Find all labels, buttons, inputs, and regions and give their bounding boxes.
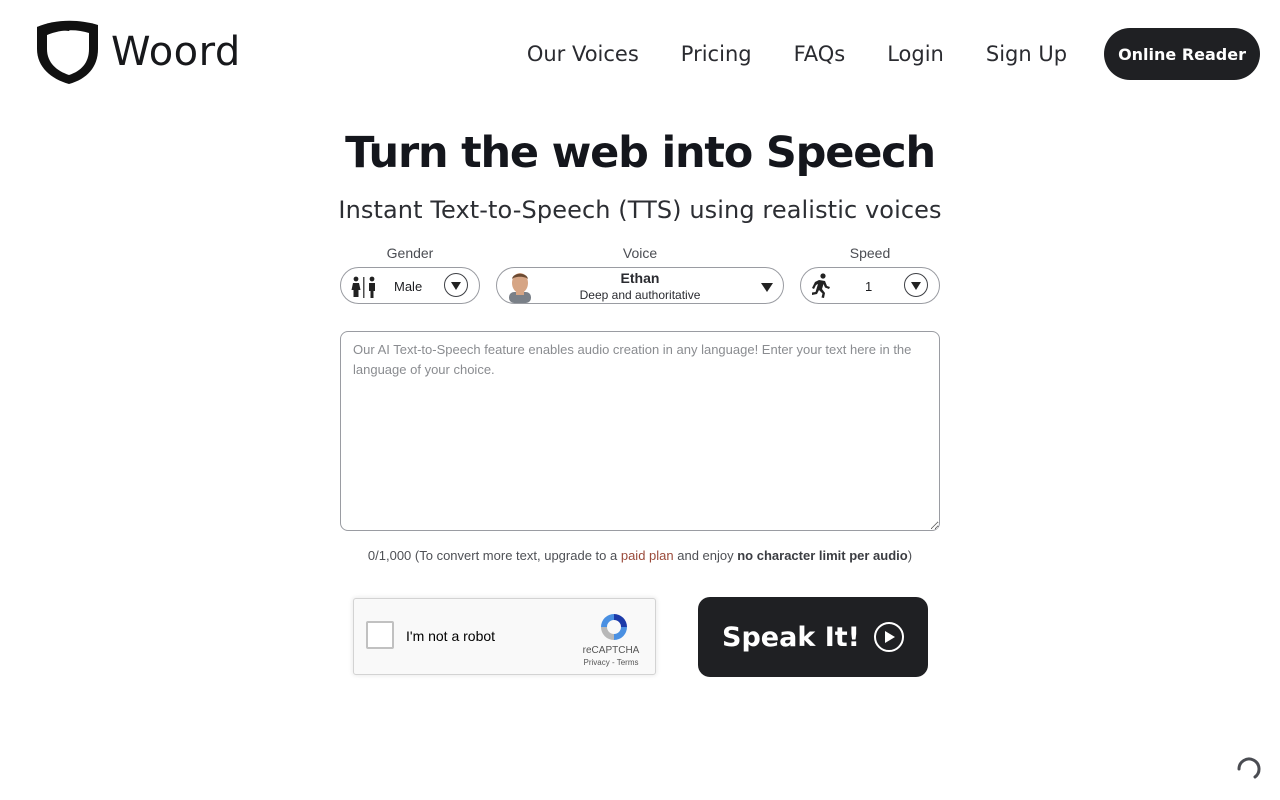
voice-name: Ethan [620, 270, 660, 286]
speed-value: 1 [865, 279, 873, 294]
recaptcha-label: I'm not a robot [406, 628, 496, 644]
paid-plan-link[interactable]: paid plan [621, 548, 674, 563]
chevron-down-icon [451, 282, 461, 290]
counter-middle: and enjoy [673, 548, 738, 563]
nav-pricing[interactable]: Pricing [681, 28, 752, 80]
nav-faqs[interactable]: FAQs [794, 28, 846, 80]
recaptcha-checkbox[interactable] [366, 621, 394, 649]
page-subtitle: Instant Text-to-Speech (TTS) using reali… [338, 196, 942, 224]
main-nav: Our Voices Pricing FAQs Login Sign Up On… [527, 28, 1260, 80]
gender-dropdown-button[interactable] [444, 273, 468, 297]
speak-label: Speak It! [722, 621, 860, 653]
nav-login[interactable]: Login [887, 28, 944, 80]
recaptcha-icon [601, 614, 627, 640]
online-reader-button[interactable]: Online Reader [1104, 28, 1260, 80]
speed-dropdown-button[interactable] [904, 273, 928, 297]
chevron-down-icon [911, 282, 921, 290]
speed-label: Speed [849, 245, 891, 261]
chevron-down-icon [761, 283, 773, 292]
speed-select[interactable]: 1 [800, 267, 940, 304]
nav-sign-up[interactable]: Sign Up [986, 28, 1067, 80]
recaptcha-brand: reCAPTCHA [582, 645, 640, 656]
woord-shield-logo [37, 20, 98, 84]
recaptcha-widget: I'm not a robot reCAPTCHA Privacy - Term… [353, 598, 656, 675]
voice-label: Voice [622, 245, 658, 261]
loading-spinner-icon [1237, 757, 1261, 779]
voice-description: Deep and authoritative [579, 288, 701, 302]
counter-emphasis: no character limit per audio [737, 548, 908, 563]
logo[interactable]: Woord [35, 19, 241, 85]
recaptcha-links[interactable]: Privacy - Terms [576, 658, 646, 667]
gender-value: Male [394, 279, 423, 294]
text-input[interactable] [340, 331, 940, 531]
gender-label: Gender [386, 245, 434, 261]
nav-our-voices[interactable]: Our Voices [527, 28, 639, 80]
counter-prefix: (To convert more text, upgrade to a [411, 548, 621, 563]
speak-button[interactable]: Speak It! [698, 597, 928, 677]
character-count: 0/1,000 [367, 548, 412, 563]
running-person-icon [812, 273, 830, 298]
counter-suffix: ) [907, 548, 913, 563]
restroom-icon [351, 276, 375, 298]
voice-dropdown-button[interactable] [761, 281, 773, 292]
gender-select[interactable]: Male [340, 267, 480, 304]
page-title: Turn the web into Speech [345, 128, 936, 178]
brand-name: Woord [111, 29, 241, 75]
character-counter: 0/1,000 (To convert more text, upgrade t… [0, 548, 1280, 563]
voice-select[interactable]: Ethan Deep and authoritative [496, 267, 784, 304]
play-icon [873, 622, 904, 652]
